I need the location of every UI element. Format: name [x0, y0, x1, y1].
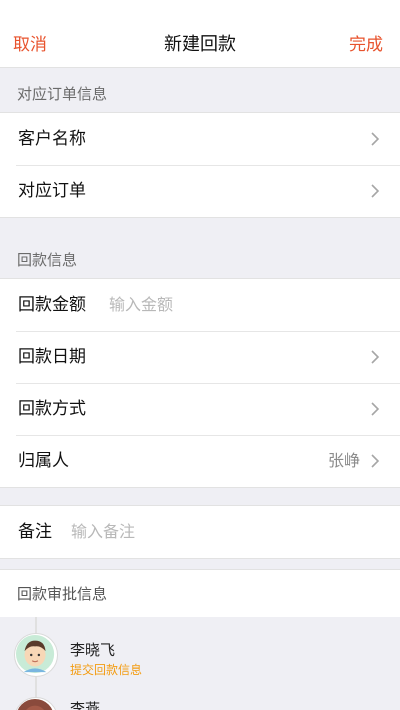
section-header-payment-info: 回款信息 — [17, 251, 78, 269]
section-header-approval: 回款审批信息 — [17, 585, 108, 603]
section-header-order-info: 对应订单信息 — [17, 85, 108, 103]
person-avatar-icon — [15, 634, 55, 674]
approver-name: 李晓飞 — [70, 641, 116, 659]
avatar — [14, 697, 58, 710]
customer-name-label: 客户名称 — [18, 129, 86, 149]
chevron-right-icon — [371, 350, 380, 364]
payment-method-label: 回款方式 — [18, 399, 86, 419]
owner-row[interactable]: 归属人 张峥 — [0, 435, 400, 487]
page-title: 新建回款 — [164, 34, 236, 55]
order-info-group: 客户名称 对应订单 — [0, 112, 400, 218]
payment-amount-label: 回款金额 — [18, 295, 86, 315]
avatar — [14, 633, 58, 677]
remark-label: 备注 — [18, 522, 52, 542]
customer-name-row[interactable]: 客户名称 — [0, 113, 400, 165]
approver-name: 李燕 — [70, 700, 101, 710]
payment-date-label: 回款日期 — [18, 347, 86, 367]
approver-status: 提交回款信息 — [70, 663, 143, 677]
related-order-label: 对应订单 — [18, 181, 86, 201]
owner-value: 张峥 — [327, 451, 360, 470]
remark-group: 备注 输入备注 — [0, 505, 400, 559]
chevron-right-icon — [371, 454, 380, 468]
owner-label: 归属人 — [18, 451, 69, 471]
remark-input[interactable]: 输入备注 — [71, 521, 135, 543]
chevron-right-icon — [371, 402, 380, 416]
chevron-right-icon — [371, 132, 380, 146]
person-avatar-icon — [17, 698, 53, 710]
payment-amount-input[interactable]: 输入金额 — [109, 294, 173, 316]
approval-timeline: 李晓飞 提交回款信息 李燕 — [0, 617, 400, 710]
approval-header-group: 回款审批信息 — [0, 569, 400, 618]
payment-date-row[interactable]: 回款日期 — [0, 331, 400, 383]
payment-info-group: 回款金额 输入金额 回款日期 回款方式 归属人 张峥 — [0, 278, 400, 488]
related-order-row[interactable]: 对应订单 — [0, 165, 400, 217]
payment-amount-row: 回款金额 输入金额 — [0, 279, 400, 331]
payment-method-row[interactable]: 回款方式 — [0, 383, 400, 435]
navigation-bar: 取消 新建回款 完成 — [0, 0, 400, 68]
done-button[interactable]: 完成 — [349, 34, 383, 56]
remark-row: 备注 输入备注 — [0, 506, 400, 558]
chevron-right-icon — [371, 184, 380, 198]
